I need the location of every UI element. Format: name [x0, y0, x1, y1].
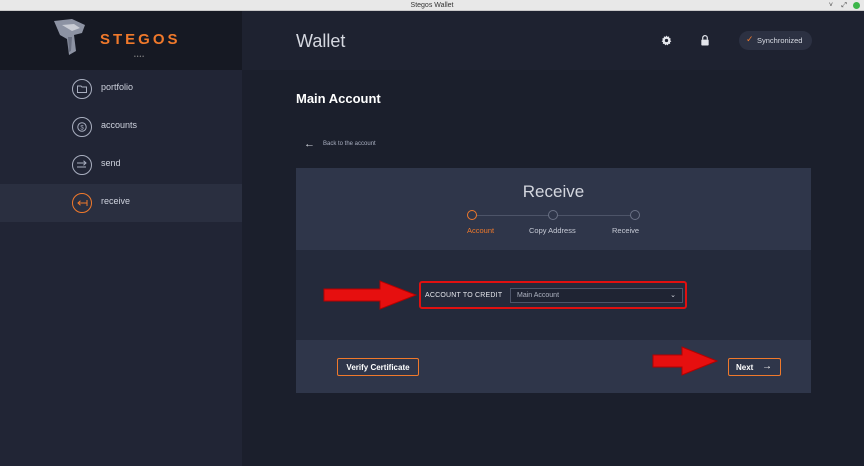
receive-icon: [72, 193, 92, 213]
sidebar-item-label: receive: [101, 196, 131, 206]
sync-status-badge: ✓ Synchronized: [739, 31, 812, 50]
logo-area: STEGOS ••••: [0, 11, 242, 70]
step-label-copy-address: Copy Address: [529, 226, 576, 235]
annotation-arrow-next: [652, 346, 718, 376]
window-title: Stegos Wallet: [410, 2, 454, 9]
arrow-left-icon: ←: [304, 138, 315, 150]
back-link-label: Back to the account: [323, 141, 376, 147]
annotation-arrow-field: [323, 280, 417, 310]
brand-sub: ••••: [134, 54, 146, 60]
sidebar-item-send[interactable]: send: [0, 146, 242, 184]
lock-icon[interactable]: [700, 35, 710, 46]
receive-card-header: Receive Account Copy Address Receive: [296, 168, 811, 250]
brand-name: STEGOS: [100, 31, 181, 48]
sidebar: STEGOS •••• portfolio $ accounts send re…: [0, 11, 242, 466]
verify-certificate-button[interactable]: Verify Certificate: [337, 358, 419, 376]
chevron-down-icon: ⌄: [670, 292, 676, 299]
coin-icon: $: [72, 117, 92, 137]
gear-icon[interactable]: [661, 35, 672, 46]
account-select[interactable]: Main Account ⌄: [510, 288, 683, 303]
page-title: Main Account: [296, 91, 381, 106]
stegos-logo-icon: [54, 19, 85, 55]
minimize-button[interactable]: ˅: [829, 1, 833, 10]
receive-card-title: Receive: [522, 182, 585, 201]
sidebar-item-accounts[interactable]: $ accounts: [0, 108, 242, 146]
sidebar-item-label: send: [101, 158, 121, 168]
send-icon: [72, 155, 92, 175]
sidebar-item-label: portfolio: [101, 82, 134, 92]
main-content: Main Account ← Back to the account Recei…: [242, 70, 864, 466]
step-label-account: Account: [467, 226, 495, 235]
step-label-receive: Receive: [612, 226, 640, 235]
sidebar-item-portfolio[interactable]: portfolio: [0, 70, 242, 108]
account-to-credit-field: ACCOUNT TO CREDIT Main Account ⌄: [419, 281, 687, 309]
step-dot-receive: [630, 210, 640, 220]
header: Wallet ✓ Synchronized: [242, 11, 864, 70]
arrow-right-icon: →: [762, 361, 772, 372]
account-to-credit-label: ACCOUNT TO CREDIT: [425, 292, 503, 299]
close-button[interactable]: [853, 2, 860, 9]
page-header-title: Wallet: [296, 31, 346, 51]
next-button[interactable]: Next →: [728, 358, 781, 376]
receive-card-footer: Verify Certificate Next →: [296, 340, 811, 393]
sidebar-item-label: accounts: [101, 120, 138, 130]
next-button-label: Next: [736, 362, 754, 372]
sync-status-text: Synchronized: [757, 36, 803, 45]
account-select-value: Main Account: [517, 292, 560, 299]
step-dot-copy-address: [548, 210, 558, 220]
folder-icon: [72, 79, 92, 99]
window-titlebar: Stegos Wallet ˅ ⤢: [0, 0, 864, 11]
maximize-button[interactable]: ⤢: [841, 1, 847, 10]
step-dot-account: [467, 210, 477, 220]
check-icon: ✓: [746, 34, 754, 44]
sidebar-item-receive[interactable]: receive: [0, 184, 242, 222]
